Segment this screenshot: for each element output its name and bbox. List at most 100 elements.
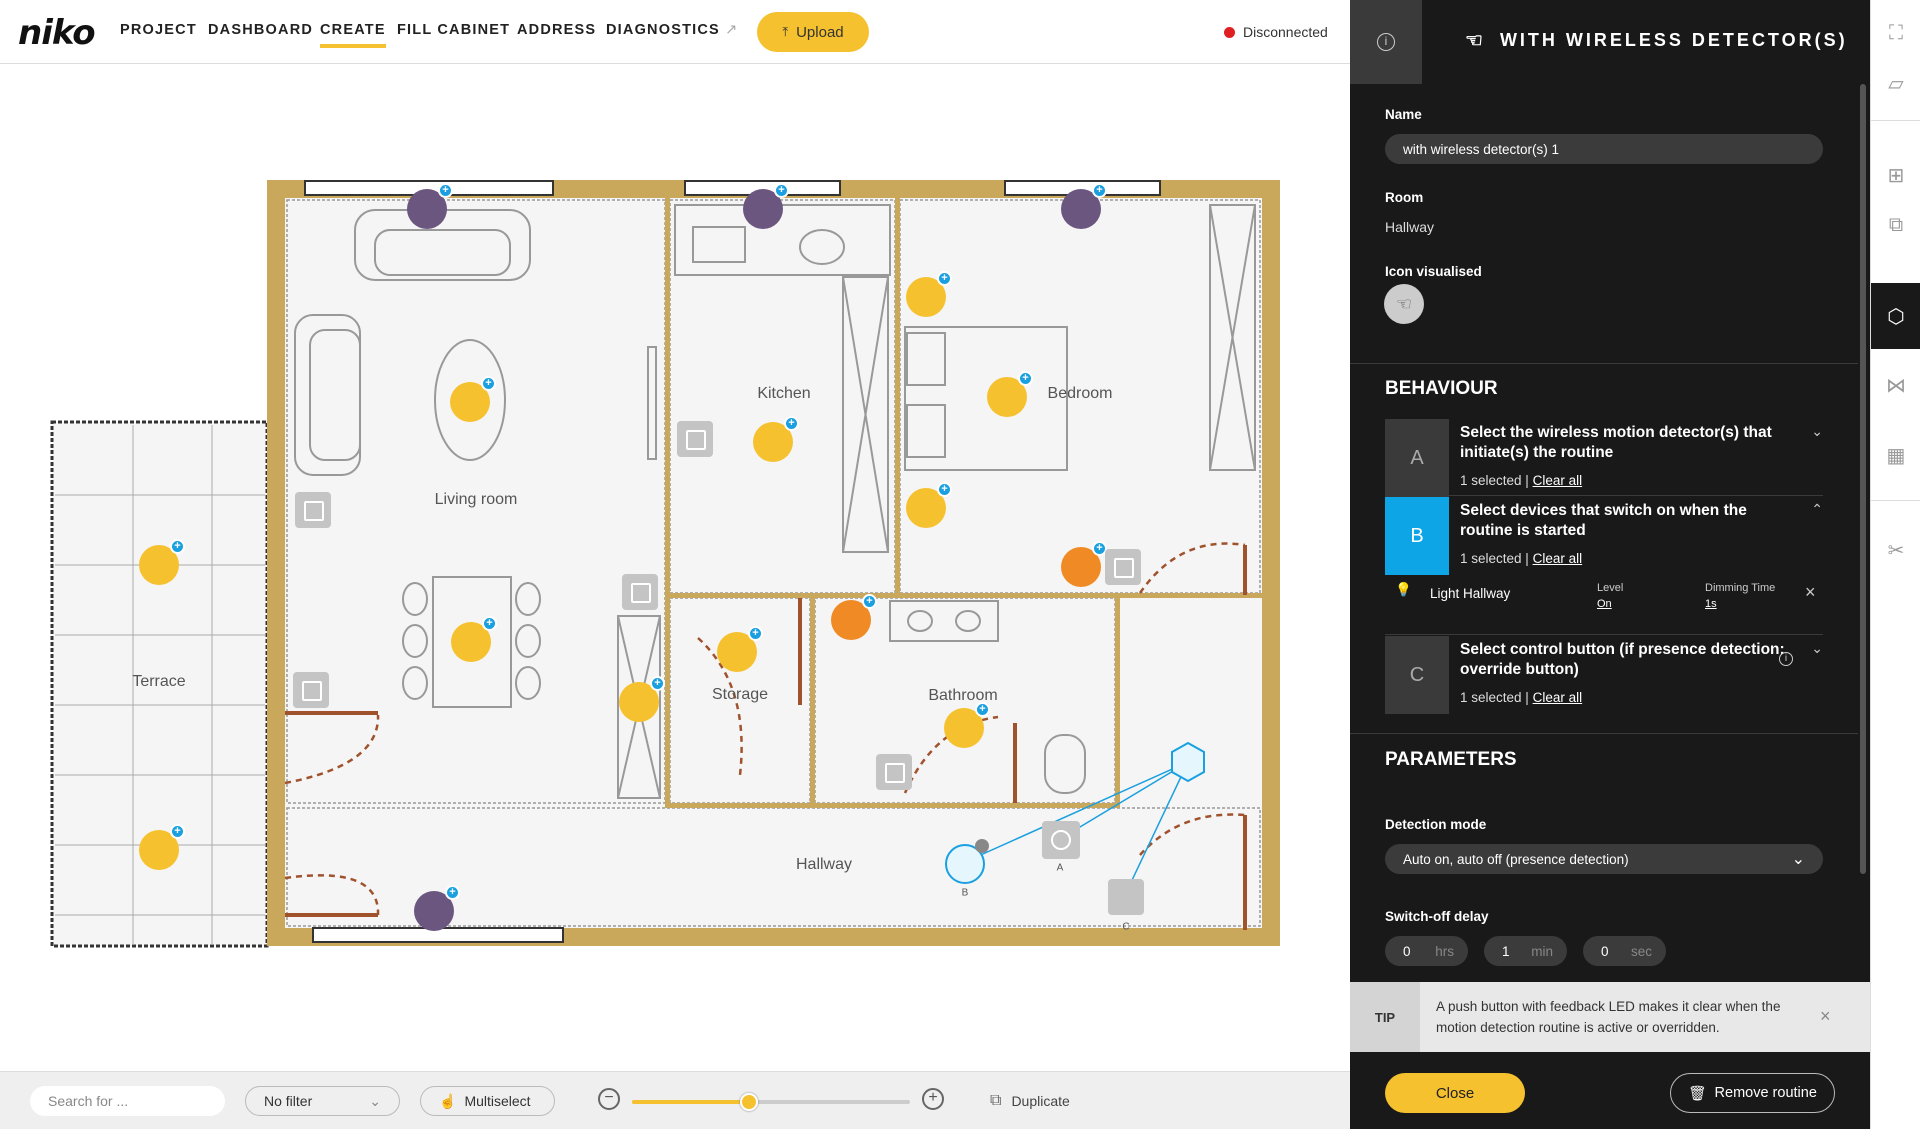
- blinds-icon[interactable]: +: [414, 885, 460, 931]
- floorplan-canvas[interactable]: Living room Kitchen Bedroom Terrace Stor…: [0, 65, 1350, 1071]
- zoom-in-icon[interactable]: +: [922, 1088, 944, 1110]
- light-bulb-icon[interactable]: +: [944, 702, 990, 748]
- level-value[interactable]: On: [1597, 598, 1612, 610]
- light-bulb-icon[interactable]: +: [906, 482, 952, 528]
- panel-title-text: WITH WIRELESS DETECTOR(S): [1499, 30, 1848, 50]
- routines-icon[interactable]: ⬡: [1871, 283, 1920, 349]
- panel-scrollbar[interactable]: [1860, 84, 1866, 874]
- connection-status-label: Disconnected: [1243, 24, 1328, 40]
- nav-diagnostics[interactable]: DIAGNOSTICS ↗: [606, 22, 739, 38]
- switch-icon[interactable]: [295, 492, 331, 528]
- close-button[interactable]: Close: [1385, 1073, 1525, 1113]
- light-bulb-icon[interactable]: +: [717, 626, 763, 672]
- fullscreen-icon[interactable]: ⛶: [1871, 18, 1920, 48]
- remove-routine-button[interactable]: 🗑 Remove routine: [1670, 1073, 1835, 1113]
- delay-seconds-value: 0: [1601, 943, 1609, 959]
- duplicate-button[interactable]: ⧉ Duplicate: [990, 1092, 1070, 1110]
- delay-minutes-input[interactable]: 1 min: [1484, 936, 1567, 966]
- light-bulb-icon[interactable]: +: [753, 416, 799, 462]
- routine-panel: i ☜ WITH WIRELESS DETECTOR(S) Name with …: [1350, 0, 1870, 1129]
- blinds-icon[interactable]: +: [1061, 183, 1107, 229]
- dimming-value[interactable]: 1s: [1705, 598, 1717, 610]
- app-root: niko PROJECT DASHBOARD CREATE FILL CABIN…: [0, 0, 1920, 1129]
- niko-logo: niko: [18, 13, 96, 53]
- panel-title: ☜ WITH WIRELESS DETECTOR(S): [1465, 28, 1848, 53]
- light-bulb-icon[interactable]: +: [451, 616, 497, 662]
- info-icon[interactable]: i: [1779, 652, 1793, 666]
- step-a-clear-link[interactable]: Clear all: [1533, 473, 1583, 488]
- multiselect-button[interactable]: ☝ Multiselect: [420, 1086, 555, 1116]
- chevron-down-icon[interactable]: ⌄: [1811, 423, 1823, 440]
- info-tab[interactable]: i: [1350, 0, 1422, 84]
- heating-icon[interactable]: +: [831, 594, 877, 640]
- delay-seconds-input[interactable]: 0 sec: [1583, 936, 1666, 966]
- switch-icon[interactable]: [876, 754, 912, 790]
- light-bulb-icon[interactable]: +: [139, 539, 185, 585]
- nav-dashboard[interactable]: DASHBOARD: [208, 22, 313, 38]
- step-b-clear-link[interactable]: Clear all: [1533, 551, 1583, 566]
- zoom-slider-handle[interactable]: [739, 1093, 758, 1111]
- nav-create[interactable]: CREATE: [320, 22, 386, 48]
- calendar-icon[interactable]: ▦: [1871, 440, 1920, 470]
- chevron-down-icon: ⌄: [369, 1092, 381, 1109]
- nav-fill-cabinet[interactable]: FILL CABINET: [397, 22, 510, 38]
- device-name: Light Hallway: [1430, 586, 1511, 601]
- chevron-down-icon: ⌄: [1791, 851, 1805, 868]
- tip-banner: TIP A push button with feedback LED make…: [1350, 982, 1870, 1052]
- step-c-clear-link[interactable]: Clear all: [1533, 690, 1583, 705]
- name-field[interactable]: with wireless detector(s) 1: [1385, 134, 1823, 164]
- room-label-living: Living room: [434, 491, 518, 508]
- routine-icon[interactable]: ☜: [1384, 284, 1424, 324]
- light-bulb-icon[interactable]: +: [139, 824, 185, 870]
- behaviour-heading: BEHAVIOUR: [1385, 378, 1498, 399]
- device-label-c: C: [1122, 921, 1130, 933]
- switch-icon[interactable]: [1105, 549, 1141, 585]
- right-rail: ⛶ ▱ ⊞ ⧉ ⬡ ⋈ ▦ ✂: [1870, 0, 1920, 1129]
- nav-project[interactable]: PROJECT: [120, 22, 197, 38]
- light-bulb-icon[interactable]: +: [619, 676, 665, 722]
- step-b-title: Select devices that switch on when the r…: [1460, 502, 1747, 539]
- step-a-selection: 1 selected | Clear all: [1460, 473, 1582, 488]
- search-input[interactable]: Search for ...: [30, 1086, 225, 1116]
- connections-icon[interactable]: ⋈: [1871, 370, 1920, 400]
- step-c-letter: C: [1385, 636, 1449, 714]
- switch-icon[interactable]: [677, 421, 713, 457]
- tip-label: TIP: [1350, 982, 1420, 1052]
- close-icon[interactable]: ×: [1805, 582, 1816, 603]
- switch-icon[interactable]: [293, 672, 329, 708]
- wireless-detector-icon: ☜: [1465, 30, 1486, 52]
- tools-icon[interactable]: ✂: [1871, 535, 1920, 565]
- upload-icon: ⤒: [782, 24, 789, 39]
- chevron-down-icon[interactable]: ⌄: [1811, 640, 1823, 657]
- detection-mode-label: Detection mode: [1385, 817, 1487, 832]
- switch-icon[interactable]: [622, 574, 658, 610]
- detection-mode-select[interactable]: Auto on, auto off (presence detection) ⌄: [1385, 844, 1823, 874]
- delay-minutes-value: 1: [1502, 943, 1510, 959]
- step-b-count: 1 selected |: [1460, 551, 1529, 566]
- floorplan-drawing: [50, 180, 1280, 948]
- switch-off-delay-label: Switch-off delay: [1385, 909, 1489, 924]
- light-bulb-icon[interactable]: +: [450, 376, 496, 422]
- nav-address[interactable]: ADDRESS: [517, 22, 596, 38]
- light-bulb-icon[interactable]: +: [906, 271, 952, 317]
- upload-label: Upload: [796, 23, 844, 41]
- room-label-terrace: Terrace: [132, 673, 186, 690]
- chevron-up-icon[interactable]: ⌃: [1811, 501, 1823, 518]
- filter-select[interactable]: No filter ⌄: [245, 1086, 400, 1116]
- zoom-slider[interactable]: [632, 1093, 910, 1111]
- blinds-icon[interactable]: +: [407, 183, 453, 229]
- close-icon[interactable]: ×: [1820, 1006, 1831, 1027]
- add-shapes-icon[interactable]: ⧉: [1871, 210, 1920, 240]
- delay-hours-input[interactable]: 0 hrs: [1385, 936, 1468, 966]
- delay-hours-value: 0: [1403, 943, 1411, 959]
- heating-icon[interactable]: +: [1061, 541, 1107, 587]
- light-bulb-icon[interactable]: +: [987, 371, 1033, 417]
- zoom-out-icon[interactable]: −: [598, 1088, 620, 1110]
- map-icon[interactable]: ▱: [1871, 68, 1920, 98]
- divider: [1350, 733, 1858, 734]
- blinds-icon[interactable]: +: [743, 183, 789, 229]
- upload-button[interactable]: ⤒ Upload: [757, 12, 869, 52]
- nav-diagnostics-label: DIAGNOSTICS: [606, 22, 720, 38]
- add-device-icon[interactable]: ⊞: [1871, 160, 1920, 190]
- filter-value: No filter: [264, 1093, 313, 1109]
